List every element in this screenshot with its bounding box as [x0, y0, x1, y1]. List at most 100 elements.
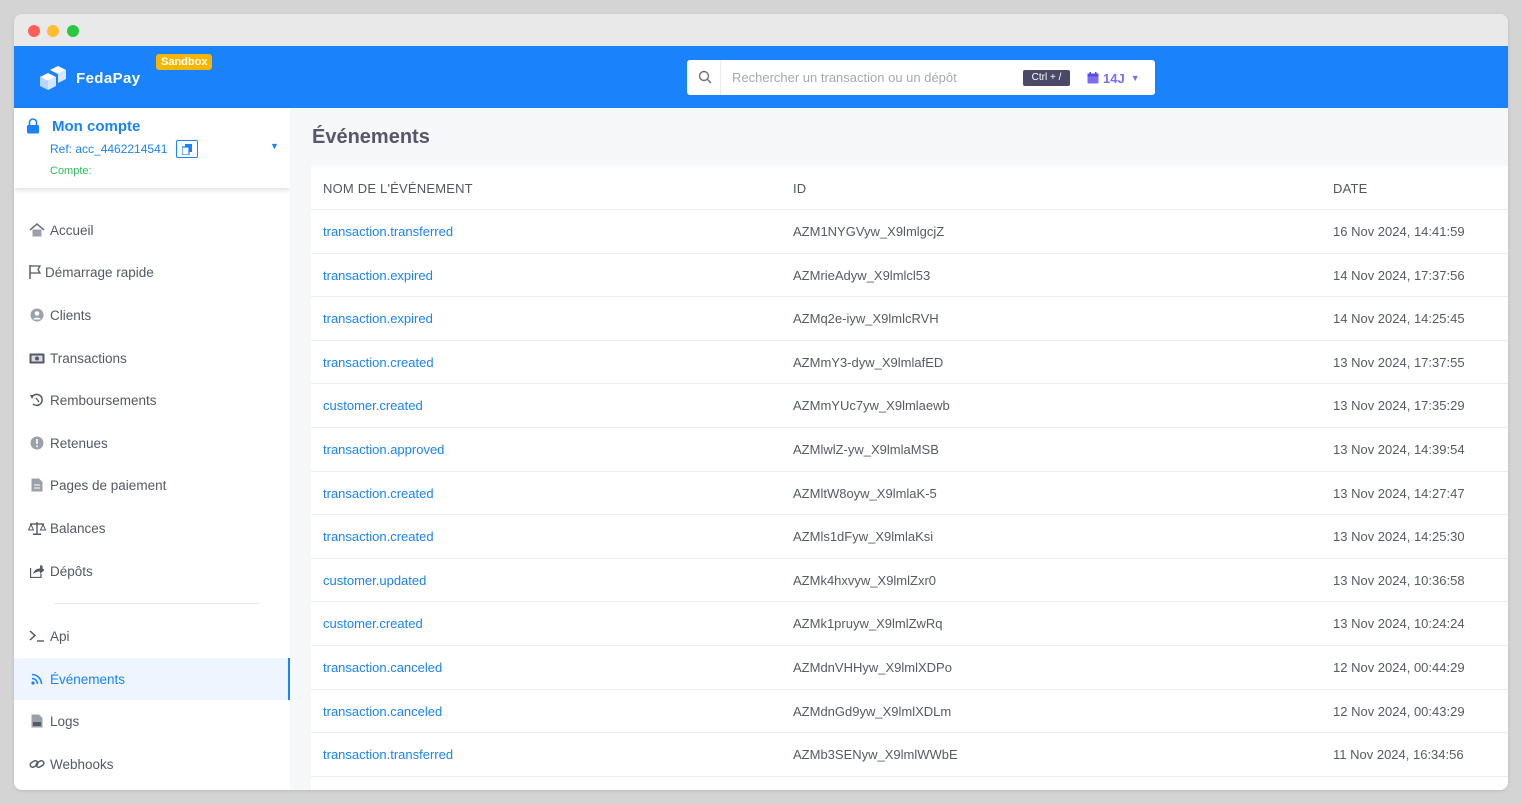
event-name-link[interactable]: transaction.created	[323, 486, 434, 501]
alert-circle-icon	[14, 436, 50, 450]
column-header-id[interactable]: ID	[793, 181, 806, 196]
event-id: AZMmY3-dyw_X9lmlafED	[793, 354, 944, 370]
sidebar-item-api[interactable]: Api	[14, 615, 290, 657]
sidebar-divider	[54, 603, 260, 604]
account-ref: Ref: acc_4462214541	[50, 142, 168, 156]
sidebar-item-balances[interactable]: Balances	[14, 507, 290, 549]
sandbox-badge: Sandbox	[156, 54, 213, 70]
event-name-link[interactable]: transaction.transferred	[323, 747, 453, 762]
sidebar-item-demarrage-rapide[interactable]: Démarrage rapide	[14, 251, 290, 293]
sidebar-item-evenements[interactable]: Événements	[14, 658, 290, 700]
main-content: Événements NOM DE L'ÉVÉNEMENT ID DATE tr…	[290, 108, 1508, 790]
top-header: FedaPay Sandbox Ctrl + / 14J ▼	[14, 46, 1508, 108]
sidebar-item-label: Webhooks	[50, 756, 114, 772]
close-window-button[interactable]	[28, 25, 40, 37]
event-name-link[interactable]: customer.created	[323, 616, 423, 631]
chevron-down-icon: ▼	[270, 141, 279, 151]
sidebar-item-label: Api	[50, 628, 70, 644]
sidebar-item-accueil[interactable]: Accueil	[14, 209, 290, 251]
event-name-link[interactable]: customer.created	[323, 398, 423, 413]
page-title: Événements	[312, 126, 430, 148]
event-name-link[interactable]: transaction.transferred	[323, 224, 453, 239]
lock-icon	[27, 118, 39, 134]
event-date: 13 Nov 2024, 14:39:54	[1333, 442, 1465, 457]
table-row[interactable]: customer.created AZMk1pruyw_X9lmlZwRq 13…	[311, 602, 1508, 646]
sidebar-item-label: Démarrage rapide	[45, 264, 154, 280]
table-row[interactable]: transaction.transferred AZM1NYGVyw_X9lml…	[311, 210, 1508, 254]
event-name-link[interactable]: transaction.expired	[323, 268, 433, 283]
event-name-link[interactable]: transaction.canceled	[323, 704, 442, 719]
sidebar: Mon compte Ref: acc_4462214541 Compte: ▼…	[14, 108, 290, 790]
minimize-window-button[interactable]	[47, 25, 59, 37]
sidebar-item-label: Transactions	[50, 350, 127, 366]
table-row[interactable]: transaction.created AZMls1dFyw_X9lmlaKsi…	[311, 515, 1508, 559]
table-row[interactable]: transaction.created AZMmY3-dyw_X9lmlafED…	[311, 341, 1508, 385]
scale-icon	[14, 521, 50, 535]
chevron-down-icon: ▼	[1130, 73, 1140, 83]
event-id: AZMlwlZ-yw_X9lmlaMSB	[793, 442, 939, 457]
table-row[interactable]: transaction.canceled AZMdnVHHyw_X9lmlXDP…	[311, 646, 1508, 690]
sidebar-item-label: Logs	[50, 713, 80, 729]
account-type: Compte:	[50, 165, 92, 177]
sidebar-item-label: Retenues	[50, 435, 108, 451]
event-date: 14 Nov 2024, 17:37:56	[1333, 267, 1465, 283]
keyboard-shortcut-hint: Ctrl + /	[1023, 70, 1070, 86]
date-range-dropdown[interactable]: 14J ▼	[1087, 69, 1140, 87]
event-id: AZMrieAdyw_X9lmlcl53	[793, 267, 931, 283]
sidebar-item-transactions[interactable]: Transactions	[14, 337, 290, 379]
sidebar-item-depots[interactable]: Dépôts	[14, 550, 290, 592]
event-name-link[interactable]: transaction.created	[323, 355, 434, 370]
sidebar-item-clients[interactable]: Clients	[14, 294, 290, 336]
document-icon	[14, 478, 50, 492]
sidebar-item-webhooks[interactable]: Webhooks	[14, 743, 290, 785]
table-row[interactable]: transaction.approved AZMlwlZ-yw_X9lmlaMS…	[311, 428, 1508, 472]
brand-logo[interactable]: FedaPay	[38, 66, 141, 90]
table-row[interactable]: transaction.transferred AZMb3SENyw_X9lml…	[311, 733, 1508, 777]
sidebar-item-retenues[interactable]: Retenues	[14, 422, 290, 464]
search-button[interactable]	[687, 60, 721, 95]
maximize-window-button[interactable]	[67, 25, 79, 37]
event-date: 12 Nov 2024, 00:43:29	[1333, 703, 1465, 719]
fedapay-logo-icon	[40, 66, 66, 90]
account-switcher[interactable]: Mon compte Ref: acc_4462214541 Compte: ▼	[14, 108, 290, 188]
event-name-link[interactable]: transaction.canceled	[323, 660, 442, 675]
account-title: Mon compte	[52, 118, 141, 135]
brand-name: FedaPay	[76, 69, 141, 87]
sidebar-item-label: Dépôts	[50, 563, 93, 579]
date-range-label: 14J	[1103, 70, 1125, 86]
column-header-name[interactable]: NOM DE L'ÉVÉNEMENT	[323, 181, 473, 196]
search-bar: Ctrl + / 14J ▼	[687, 60, 1155, 95]
event-date: 13 Nov 2024, 17:35:29	[1333, 398, 1465, 414]
copy-icon	[182, 144, 192, 155]
event-name-link[interactable]: customer.updated	[323, 573, 426, 588]
table-row[interactable]: transaction.expired AZMq2e-iyw_X9lmlcRVH…	[311, 297, 1508, 341]
sidebar-item-label: Événements	[50, 671, 126, 687]
table-row[interactable]: customer.created AZMmYUc7yw_X9lmlaewb 13…	[311, 384, 1508, 428]
sidebar-item-remboursements[interactable]: Remboursements	[14, 379, 290, 421]
sidebar-item-label: Pages de paiement	[50, 477, 167, 493]
table-row[interactable]: transaction.expired AZMrieAdyw_X9lmlcl53…	[311, 254, 1508, 298]
rss-icon	[14, 673, 50, 685]
event-name-link[interactable]: transaction.created	[323, 529, 434, 544]
search-icon	[698, 70, 712, 84]
table-row[interactable]: customer.updated AZMk4hxvyw_X9lmlZxr0 13…	[311, 559, 1508, 603]
event-name-link[interactable]: transaction.expired	[323, 311, 433, 326]
table-row[interactable]: transaction.canceled AZMdnGd9yw_X9lmlXDL…	[311, 690, 1508, 734]
table-header: NOM DE L'ÉVÉNEMENT ID DATE	[311, 166, 1508, 210]
table-row[interactable]: transaction.created AZMltW8oyw_X9lmlaK-5…	[311, 472, 1508, 516]
event-id: AZMb3SENyw_X9lmlWWbE	[793, 747, 958, 763]
event-name-link[interactable]: transaction.approved	[323, 442, 444, 457]
sidebar-item-logs[interactable]: Logs	[14, 700, 290, 742]
event-date: 14 Nov 2024, 14:25:45	[1333, 311, 1465, 327]
event-id: AZMdnGd9yw_X9lmlXDLm	[793, 703, 952, 719]
column-header-date[interactable]: DATE	[1333, 181, 1368, 196]
event-date: 11 Nov 2024, 16:34:56	[1333, 747, 1464, 763]
sidebar-item-pages-de-paiement[interactable]: Pages de paiement	[14, 464, 290, 506]
copy-ref-button[interactable]	[176, 140, 198, 158]
calendar-icon	[1087, 72, 1099, 84]
search-input[interactable]	[732, 67, 1017, 88]
flag-icon	[14, 265, 45, 279]
sidebar-item-label: Accueil	[50, 222, 94, 238]
event-id: AZM1NYGVyw_X9lmlgcjZ	[793, 224, 945, 239]
user-circle-icon	[14, 308, 50, 322]
